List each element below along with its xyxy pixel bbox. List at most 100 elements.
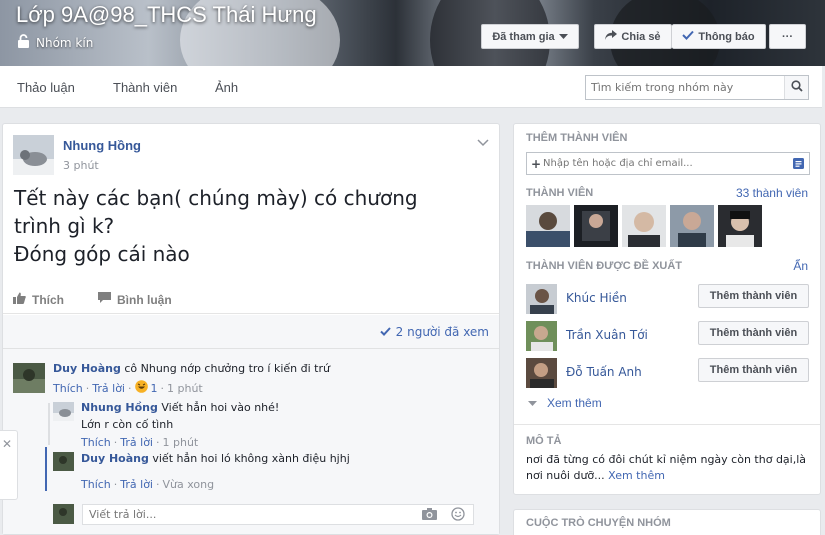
comment-text: cô Nhung nớp chưởng tro í kiến đi trứ	[124, 362, 330, 375]
post-actions-bar: Thích Bình luận	[3, 284, 499, 314]
seen-by-indicator[interactable]: 2 người đã xem	[379, 325, 489, 339]
add-members-heading: THÊM THÀNH VIÊN	[526, 132, 628, 144]
member-photo[interactable]	[574, 205, 618, 247]
comment-label: Bình luận	[117, 292, 172, 307]
description-heading: MÔ TẢ	[526, 435, 562, 447]
group-chats-heading: CUỘC TRÒ CHUYỆN NHÓM	[526, 517, 671, 529]
commenter-avatar[interactable]	[13, 363, 45, 393]
share-button[interactable]: Chia sẻ	[594, 24, 672, 49]
reply-reply-link[interactable]: Trả lời	[120, 436, 153, 449]
group-title[interactable]: Lớp 9A@98_THCS Thái Hưng	[16, 2, 317, 28]
comment-time[interactable]: 1 phút	[167, 382, 203, 395]
reply-meta: Thích · Trả lời · 1 phút	[81, 436, 198, 449]
divider	[3, 348, 499, 349]
member-photo[interactable]	[718, 205, 762, 247]
suggested-member-name[interactable]: Khúc Hiền	[566, 291, 627, 305]
reply-avatar[interactable]	[53, 402, 74, 421]
comment-author[interactable]: Duy Hoàng	[53, 362, 121, 375]
thumbs-up-icon	[13, 292, 26, 307]
joined-button[interactable]: Đã tham gia	[481, 24, 579, 49]
post-text-line: Đóng góp cái nào	[14, 242, 190, 266]
reply-highlight-bar	[45, 447, 47, 491]
post-text-line: Tết này các bạn( chúng mày) có chương	[14, 186, 418, 210]
like-label: Thích	[32, 292, 64, 307]
reply-text: Viết hẳn hoi vào nhé!	[161, 401, 280, 414]
notifications-button-label: Thông báo	[698, 30, 755, 43]
reply-box	[82, 504, 474, 525]
comment-content: Duy Hoàng cô Nhung nớp chưởng tro í kiến…	[53, 362, 330, 375]
reply-input[interactable]	[83, 505, 403, 524]
suggested-member-row: Trần Xuân Tới Thêm thành viên	[526, 321, 810, 351]
reply-author[interactable]: Nhung Hồng	[81, 401, 158, 414]
group-navbar: Thảo luận Thành viên Ảnh	[0, 66, 822, 108]
suggested-avatar[interactable]	[526, 358, 557, 388]
member-photo[interactable]	[622, 205, 666, 247]
notifications-button[interactable]: Thông báo	[672, 24, 766, 49]
poster-name[interactable]: Nhung Hồng	[63, 138, 141, 153]
member-count-link[interactable]: 33 thành viên	[736, 186, 808, 200]
description-line: nơi đã từng có đôi chút kỉ niệm ngày còn…	[526, 453, 807, 466]
more-options-button[interactable]: ···	[769, 24, 806, 49]
chat-tab-collapsed[interactable]: ✕	[0, 430, 18, 500]
add-member-field: +	[526, 152, 810, 175]
separator-dot: ·	[156, 436, 160, 449]
description-see-more-link[interactable]: Xem thêm	[608, 469, 665, 482]
reply-time[interactable]: Vừa xong	[163, 478, 215, 491]
reply-like-link[interactable]: Thích	[81, 436, 111, 449]
post-options-chevron-icon[interactable]	[477, 136, 489, 150]
reply-text-line2: Lớn r còn cố tình	[81, 418, 174, 431]
reply-time[interactable]: 1 phút	[163, 436, 199, 449]
reply-like-link[interactable]: Thích	[81, 478, 111, 491]
search-icon	[790, 80, 803, 95]
separator-dot: ·	[128, 381, 132, 395]
current-user-avatar	[53, 504, 74, 524]
separator-dot: ·	[113, 478, 118, 491]
description-line: nơi nuôi dưỡ...	[526, 469, 605, 482]
post-timestamp[interactable]: 3 phút	[63, 159, 99, 172]
share-arrow-icon	[605, 30, 618, 43]
suggested-member-row: Khúc Hiền Thêm thành viên	[526, 284, 810, 314]
emoji-icon[interactable]	[451, 507, 465, 524]
comment-like-link[interactable]: Thích	[53, 382, 83, 395]
hide-suggestions-link[interactable]: Ẩn	[793, 259, 808, 273]
member-photo[interactable]	[526, 205, 570, 247]
suggested-member-name[interactable]: Đỗ Tuấn Anh	[566, 365, 642, 379]
share-button-label: Chia sẻ	[621, 30, 661, 43]
comment-bubble-icon	[98, 292, 111, 307]
group-chats-card: CUỘC TRÒ CHUYỆN NHÓM	[513, 509, 821, 535]
like-button[interactable]: Thích	[13, 292, 64, 307]
suggested-avatar[interactable]	[526, 321, 557, 351]
post-text-line: trình gì k?	[14, 214, 115, 238]
address-book-icon[interactable]	[793, 158, 804, 172]
add-member-input[interactable]	[527, 153, 777, 174]
group-cover: Lớp 9A@98_THCS Thái Hưng Nhóm kín Đã tha…	[0, 0, 825, 66]
add-member-button[interactable]: Thêm thành viên	[698, 284, 809, 308]
add-member-button[interactable]: Thêm thành viên	[698, 321, 809, 345]
comment-reply-link[interactable]: Trả lời	[92, 382, 125, 395]
group-search-input[interactable]	[586, 76, 782, 99]
camera-icon[interactable]	[422, 508, 437, 523]
suggested-member-row: Đỗ Tuấn Anh Thêm thành viên	[526, 358, 810, 388]
tab-photos[interactable]: Ảnh	[215, 80, 238, 95]
laugh-reaction-icon[interactable]	[134, 380, 148, 396]
search-button[interactable]	[784, 76, 808, 99]
comment-button[interactable]: Bình luận	[98, 292, 172, 307]
more-dots-icon: ···	[782, 30, 793, 43]
suggested-member-name[interactable]: Trần Xuân Tới	[566, 328, 648, 342]
members-heading: THÀNH VIÊN	[526, 187, 594, 199]
reply-reply-link[interactable]: Trả lời	[120, 478, 153, 491]
checkmark-icon	[379, 325, 391, 339]
add-member-button[interactable]: Thêm thành viên	[698, 358, 809, 382]
poster-avatar[interactable]	[13, 135, 54, 175]
separator-dot: ·	[160, 381, 165, 395]
reply-author[interactable]: Duy Hoàng	[81, 452, 149, 465]
tab-members[interactable]: Thành viên	[113, 80, 177, 95]
reaction-count[interactable]: 1	[151, 382, 158, 395]
close-icon[interactable]: ✕	[2, 437, 12, 451]
member-photo[interactable]	[670, 205, 714, 247]
see-more-suggestions[interactable]: Xem thêm	[528, 396, 602, 410]
group-description: nơi đã từng có đôi chút kỉ niệm ngày còn…	[526, 452, 816, 484]
suggested-avatar[interactable]	[526, 284, 557, 314]
reply-avatar[interactable]	[53, 452, 74, 471]
tab-discussion[interactable]: Thảo luận	[17, 80, 75, 95]
